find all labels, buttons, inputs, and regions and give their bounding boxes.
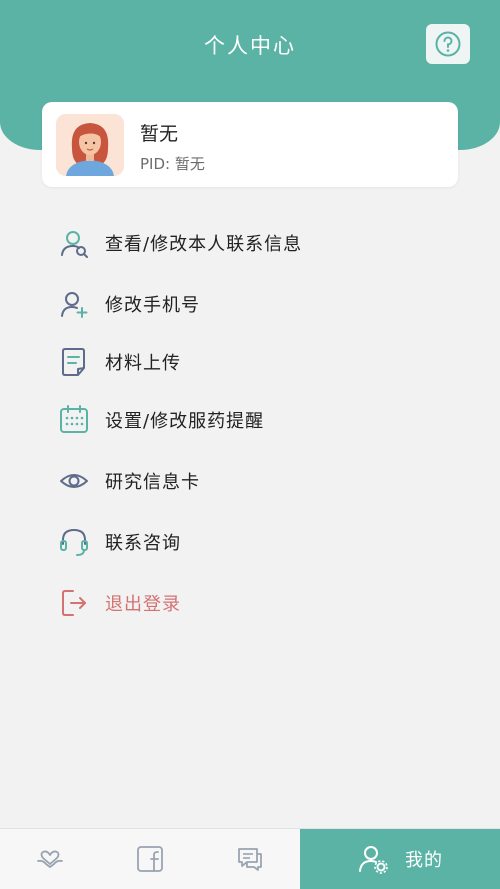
menu-item-label: 退出登录 [105,594,181,615]
menu-item-label: 修改手机号 [105,295,200,316]
heart-hands-icon [36,850,63,868]
user-search-icon [58,226,92,260]
logout-icon [58,586,92,620]
nav-tab-label: 我的 [405,850,443,871]
menu-item-label: 研究信息卡 [105,472,200,493]
nav-tab-mine[interactable]: 我的 [300,829,500,889]
nav-tab-care[interactable] [12,829,87,889]
menu-item-medication-reminder[interactable]: 设置/修改服药提醒 [58,400,458,440]
eye-icon [58,464,92,498]
headset-icon [58,525,92,559]
menu-item-contact-info[interactable]: 查看/修改本人联系信息 [58,223,458,263]
user-add-icon [58,287,92,321]
menu-item-logout[interactable]: 退出登录 [58,583,458,623]
document-icon [58,345,92,379]
menu-item-change-phone[interactable]: 修改手机号 [58,284,458,324]
menu-item-label: 设置/修改服药提醒 [105,411,265,432]
menu-item-label: 查看/修改本人联系信息 [105,234,303,255]
avatar [56,114,124,176]
menu-item-label: 联系咨询 [105,533,181,554]
nav-tab-social[interactable] [112,829,187,889]
menu-item-upload-materials[interactable]: 材料上传 [58,342,458,382]
page-title: 个人中心 [204,34,296,58]
question-circle-icon [435,31,461,57]
nav-tab-messages[interactable] [212,829,287,889]
chat-icon [237,848,262,871]
user-name: 暂无 [140,123,179,145]
menu-item-research-card[interactable]: 研究信息卡 [58,461,458,501]
menu-item-contact-consult[interactable]: 联系咨询 [58,522,458,562]
help-button[interactable] [426,24,470,64]
pid-label: PID: 暂无 [140,155,205,173]
user-avatar-illustration [56,114,124,176]
user-settings-icon [359,846,388,874]
calendar-icon [58,403,92,437]
profile-card[interactable]: 暂无 PID: 暂无 [42,102,458,187]
menu-item-label: 材料上传 [105,353,181,374]
bottom-nav: 我的 [0,828,500,889]
facebook-icon [136,846,163,872]
